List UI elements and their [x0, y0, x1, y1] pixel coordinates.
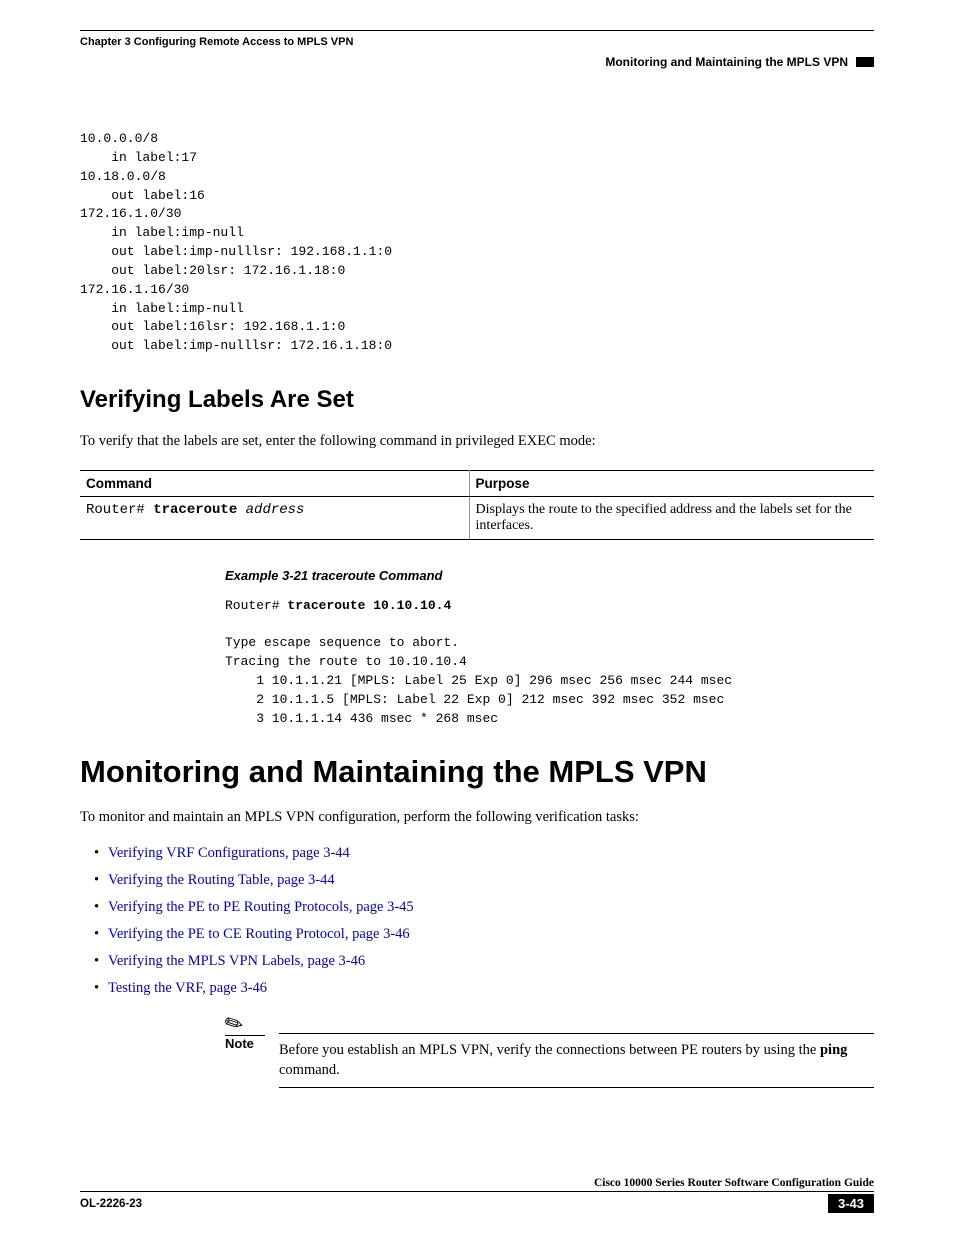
footer-doc-id: OL-2226-23: [80, 1198, 142, 1210]
note-text: Before you establish an MPLS VPN, verify…: [279, 1033, 874, 1088]
page-header: Chapter 3 Configuring Remote Access to M…: [80, 30, 874, 90]
table-header-purpose: Purpose: [469, 470, 874, 496]
header-marker-icon: [856, 57, 874, 67]
list-item: Testing the VRF, page 3-46: [94, 980, 874, 997]
xref-link[interactable]: Testing the VRF, page 3-46: [108, 980, 267, 996]
xref-link[interactable]: Verifying the MPLS VPN Labels, page 3-46: [108, 953, 365, 969]
note-block: ✎ Note Before you establish an MPLS VPN,…: [225, 1011, 874, 1088]
example-caption: Example 3-21 traceroute Command: [225, 568, 874, 583]
table-header-command: Command: [80, 470, 469, 496]
chapter-label: Chapter 3 Configuring Remote Access to M…: [80, 36, 353, 48]
table-cell-command: Router# traceroute address: [80, 496, 469, 539]
table-cell-purpose: Displays the route to the specified addr…: [469, 496, 874, 539]
paragraph-intro-1: To verify that the labels are set, enter…: [80, 432, 874, 452]
heading-verifying-labels: Verifying Labels Are Set: [80, 386, 874, 414]
xref-link[interactable]: Verifying the PE to PE Routing Protocols…: [108, 899, 414, 915]
document-page: Chapter 3 Configuring Remote Access to M…: [0, 0, 954, 1235]
heading-monitoring-mpls: Monitoring and Maintaining the MPLS VPN: [80, 754, 874, 790]
command-table: Command Purpose Router# traceroute addre…: [80, 470, 874, 540]
footer-page-number: 3-43: [828, 1194, 874, 1213]
xref-link[interactable]: Verifying VRF Configurations, page 3-44: [108, 845, 350, 861]
xref-link[interactable]: Verifying the Routing Table, page 3-44: [108, 872, 335, 888]
list-item: Verifying the MPLS VPN Labels, page 3-46: [94, 953, 874, 970]
footer-guide-title: Cisco 10000 Series Router Software Confi…: [80, 1177, 874, 1189]
list-item: Verifying the PE to CE Routing Protocol,…: [94, 926, 874, 943]
header-section-title: Monitoring and Maintaining the MPLS VPN: [605, 55, 848, 69]
code-output-block-2: Router# traceroute 10.10.10.4 Type escap…: [225, 597, 874, 729]
page-footer: Cisco 10000 Series Router Software Confi…: [80, 1177, 874, 1213]
paragraph-intro-2: To monitor and maintain an MPLS VPN conf…: [80, 808, 874, 828]
code-output-block-1: 10.0.0.0/8 in label:17 10.18.0.0/8 out l…: [80, 130, 874, 356]
xref-link[interactable]: Verifying the PE to CE Routing Protocol,…: [108, 926, 410, 942]
list-item: Verifying VRF Configurations, page 3-44: [94, 845, 874, 862]
link-list: Verifying VRF Configurations, page 3-44 …: [80, 845, 874, 997]
table-row: Router# traceroute address Displays the …: [80, 496, 874, 539]
list-item: Verifying the Routing Table, page 3-44: [94, 872, 874, 889]
list-item: Verifying the PE to PE Routing Protocols…: [94, 899, 874, 916]
